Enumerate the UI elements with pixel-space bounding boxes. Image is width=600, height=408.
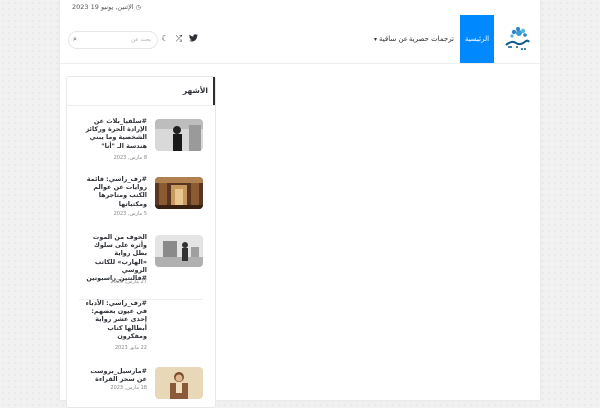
post-thumbnail[interactable] [155, 119, 203, 151]
site-logo[interactable] [502, 25, 532, 53]
nav-exclusive-label: ترجمات حصرية [408, 35, 454, 43]
post-thumbnail[interactable] [155, 367, 203, 399]
shuffle-icon[interactable]: ⤮ [174, 34, 184, 44]
post-title[interactable]: #سلفيا_بلاث عن الإرادة الحرة وركائز الشخ… [85, 117, 147, 150]
main-header: الرئيسية ترجمات حصرية عن ساقية▾ ⤮ ☾ ⌕ [60, 15, 540, 64]
nav-about[interactable]: عن ساقية▾ [374, 15, 408, 63]
moon-icon[interactable]: ☾ [160, 34, 170, 44]
top-bar: ◷الإثنين, يونيو 19 2023 [60, 0, 540, 16]
post-date: 8 مارس, 2023 [113, 155, 147, 161]
search-icon[interactable]: ⌕ [73, 35, 77, 44]
chevron-down-icon: ▾ [374, 36, 378, 43]
search-box: ⌕ [68, 31, 158, 49]
widget-title: الأشهر [178, 77, 215, 105]
post-date: 5 مارس, 2023 [113, 211, 147, 217]
nav-home[interactable]: الرئيسية [460, 15, 494, 63]
post-title[interactable]: #مارسيل_بروست عن سحر القراءة [85, 367, 147, 383]
search-input[interactable] [85, 34, 151, 45]
post-thumbnail[interactable] [155, 177, 203, 209]
nav-exclusive-translations[interactable]: ترجمات حصرية [409, 15, 454, 63]
page-frame: ◷الإثنين, يونيو 19 2023 الرئيسية ترجمات … [60, 0, 540, 408]
twitter-icon[interactable] [188, 34, 198, 44]
post-title[interactable]: #رف_راسي: قائمة روايات عن عوالم الكتب وم… [85, 175, 147, 208]
post-title[interactable]: الخوف من الموت وأثره على سلوك بطل رواية … [85, 233, 147, 282]
post-date: 22 مايو, 2023 [114, 345, 147, 351]
post-title[interactable]: #رف_راسي: الأدباء في عيون بعضهم: إحدى عش… [85, 299, 147, 340]
divider [67, 105, 215, 106]
date-text: الإثنين, يونيو 19 2023 [72, 3, 134, 11]
nav-about-label: عن ساقية [379, 35, 408, 43]
post-date: 27 مارس, 2023 [110, 279, 147, 285]
clock-icon: ◷ [135, 4, 141, 11]
current-date: ◷الإثنين, يونيو 19 2023 [72, 3, 141, 11]
post-date: 18 مارس, 2023 [110, 385, 147, 391]
popular-posts-widget: الأشهر #سلفيا_بلاث عن الإرادة الحرة وركا… [66, 76, 216, 408]
post-thumbnail[interactable] [155, 235, 203, 267]
nav-home-label: الرئيسية [464, 35, 490, 43]
